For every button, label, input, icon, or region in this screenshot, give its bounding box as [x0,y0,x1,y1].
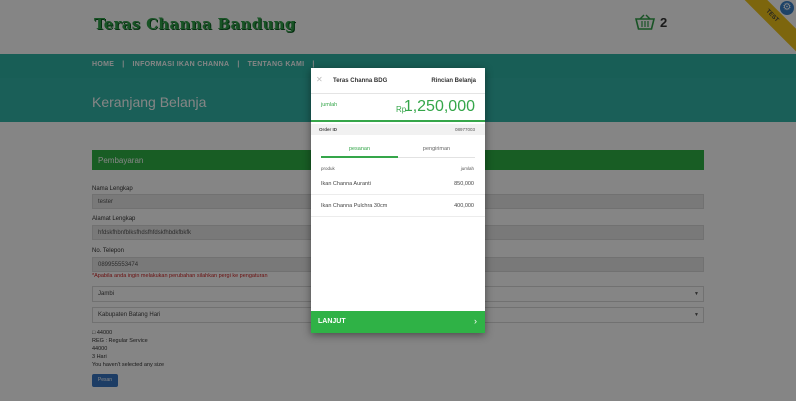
list-header-amount: jumlah [460,166,474,171]
modal-tabs: pesanan pengiriman [321,142,475,158]
modal-header: ✕ Teras Channa BDG Rincian Belanja [311,68,485,94]
tab-active-indicator [321,156,398,158]
list-item: Ikan Channa Pulchra 30cm 400,000 [311,196,485,217]
item-price: 400,000 [454,203,474,209]
item-name: Ikan Channa Pulchra 30cm [321,203,388,209]
item-name: Ikan Channa Auranti [321,181,371,187]
details-title: Rincian Belanja [431,78,476,84]
list-header-product: produk [321,166,335,171]
amount-label: jumlah [321,102,338,108]
chevron-right-icon: › [474,316,477,326]
continue-label: LANJUT [318,318,346,325]
list-item: Ikan Channa Auranti 850,000 [311,174,485,195]
tab-order[interactable]: pesanan [321,146,398,152]
close-icon[interactable]: ✕ [316,75,323,84]
payment-modal: ✕ Teras Channa BDG Rincian Belanja jumla… [311,68,485,333]
order-id-label: Order ID [319,127,338,132]
list-header: produk jumlah [311,164,485,174]
order-id-row: Order ID 08977003 [311,124,485,135]
item-price: 850,000 [454,181,474,187]
amount-box: jumlah Rp 1,250,000 [311,95,485,122]
tab-shipping[interactable]: pengiriman [398,146,475,152]
total-amount: 1,250,000 [403,98,475,115]
order-id-value: 08977003 [454,127,475,132]
merchant-name: Teras Channa BDG [333,78,388,84]
continue-button[interactable]: LANJUT › [311,311,485,333]
